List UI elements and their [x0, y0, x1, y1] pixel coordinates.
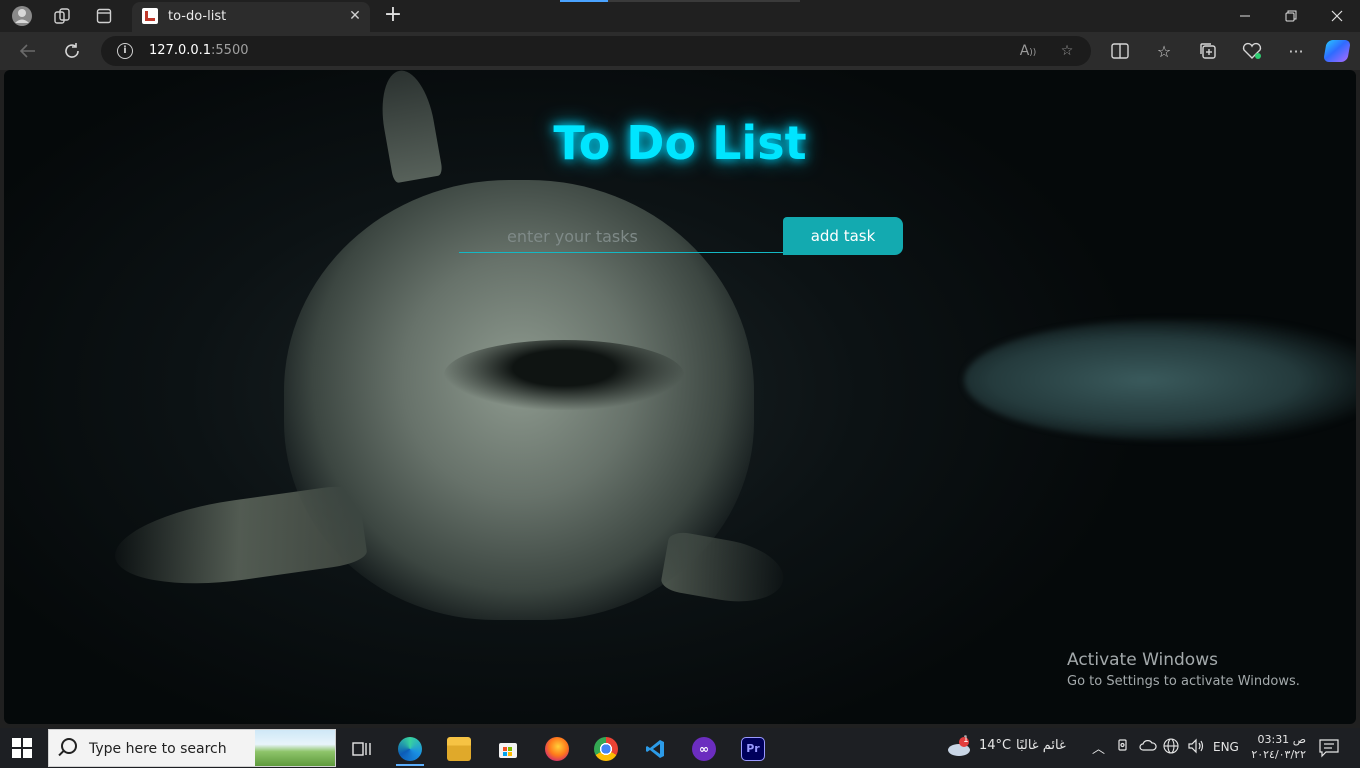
network-globe-icon[interactable] [1163, 738, 1179, 758]
volume-icon[interactable] [1187, 738, 1205, 758]
weather-temperature[interactable]: 14°C [979, 738, 1011, 753]
tab-actions-icon[interactable] [90, 4, 118, 28]
camera-icon[interactable] [1117, 738, 1131, 756]
browser-tab-strip: to-do-list ✕ + [0, 0, 1360, 32]
background-shark-image [444, 340, 684, 410]
read-aloud-icon[interactable]: A)) [1017, 41, 1039, 61]
profile-icon[interactable] [8, 4, 36, 28]
onedrive-cloud-icon[interactable] [1139, 738, 1157, 756]
tab-title: to-do-list [168, 9, 227, 24]
activate-heading: Activate Windows [1067, 650, 1218, 670]
page-title: To Do List [553, 116, 807, 170]
address-bar[interactable]: i 127.0.0.1:5500 A)) ☆ [101, 36, 1091, 66]
start-button[interactable] [12, 738, 32, 758]
favicon-icon [142, 8, 158, 24]
clock-time: 03:31 ص [1257, 733, 1306, 746]
favorites-icon[interactable]: ☆ [1150, 39, 1178, 63]
favorite-star-icon[interactable]: ☆ [1056, 41, 1078, 61]
edge-app-icon[interactable] [390, 732, 430, 766]
more-menu-icon[interactable]: ··· [1282, 39, 1310, 63]
close-window-button[interactable] [1314, 0, 1360, 32]
proxy-vpn-app-icon[interactable]: ∞ [684, 732, 724, 766]
minimize-button[interactable] [1222, 0, 1268, 32]
weather-description[interactable]: غائم غالبًا [1016, 738, 1066, 753]
browser-tab-active[interactable]: to-do-list ✕ [132, 2, 370, 32]
microsoft-store-icon[interactable] [488, 732, 528, 766]
taskbar-clock[interactable]: 03:31 ص ٢٠٢٤/٠٣/٢٢ [1240, 732, 1306, 762]
search-icon [61, 738, 77, 754]
page-load-progress [560, 0, 800, 2]
windows-taskbar: Type here to search ∞ Pr 1 14°C غائم غال… [0, 728, 1360, 768]
search-highlight-image [255, 730, 335, 766]
file-explorer-icon[interactable] [439, 732, 479, 766]
clock-date: ٢٠٢٤/٠٣/٢٢ [1251, 748, 1306, 761]
weather-alert-badge: 1 [963, 735, 969, 745]
new-tab-button[interactable]: + [380, 3, 406, 29]
split-screen-icon[interactable] [1106, 39, 1134, 63]
close-tab-icon[interactable]: ✕ [346, 7, 364, 25]
task-input[interactable] [459, 221, 784, 253]
site-info-icon[interactable]: i [117, 43, 133, 59]
back-icon[interactable] [14, 39, 42, 63]
show-hidden-icons-icon[interactable]: ︿ [1092, 738, 1105, 757]
restore-button[interactable] [1268, 0, 1314, 32]
background-shark-image [964, 320, 1356, 440]
browser-toolbar: i 127.0.0.1:5500 A)) ☆ ☆ ··· [0, 32, 1360, 70]
add-task-button[interactable]: add task [783, 217, 903, 255]
collections-icon[interactable] [1194, 39, 1222, 63]
activate-subtext: Go to Settings to activate Windows. [1067, 674, 1300, 689]
firefox-icon[interactable] [537, 732, 577, 766]
search-placeholder: Type here to search [89, 741, 227, 757]
copilot-icon[interactable] [1323, 40, 1351, 62]
workspaces-icon[interactable] [48, 4, 76, 28]
chrome-icon[interactable] [586, 732, 626, 766]
premiere-pro-icon[interactable]: Pr [733, 732, 773, 766]
browser-essentials-icon[interactable] [1238, 39, 1266, 63]
input-language[interactable]: ENG [1213, 740, 1239, 754]
activate-windows-watermark: Activate Windows Go to Settings to activ… [1067, 650, 1300, 689]
vscode-icon[interactable] [635, 732, 675, 766]
notifications-icon[interactable] [1318, 738, 1340, 762]
refresh-icon[interactable] [58, 39, 86, 63]
page-viewport: To Do List add task Activate Windows Go … [4, 70, 1356, 724]
taskbar-search-box[interactable]: Type here to search [48, 729, 336, 767]
task-form: add task [459, 217, 904, 255]
task-view-icon[interactable] [342, 732, 382, 766]
url-text[interactable]: 127.0.0.1:5500 [149, 43, 249, 58]
